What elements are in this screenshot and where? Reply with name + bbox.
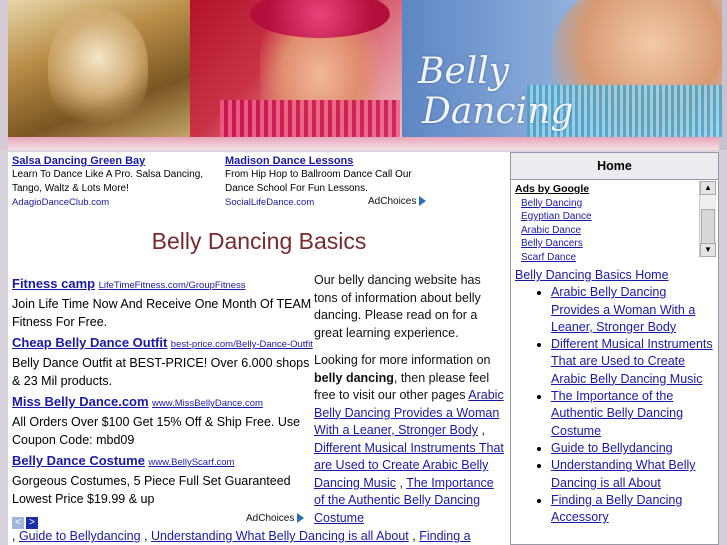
ad-link-arabic-dance[interactable]: Arabic Dance <box>515 224 697 238</box>
left-ad-1[interactable]: Fitness camp LifeTimeFitness.com/GroupFi… <box>12 275 314 331</box>
ad-link-belly-dancing[interactable]: Belly Dancing <box>515 197 697 211</box>
link-separator: , <box>395 475 407 490</box>
sidebar-nav-item: Finding a Belly Dancing Accessory <box>551 492 713 527</box>
adchoices-icon <box>297 513 305 524</box>
left-adchoices[interactable]: AdChoices <box>246 513 305 524</box>
left-ad-2-url[interactable]: best-price.com/Belly-Dance-Outfit <box>171 339 313 350</box>
article-link-4[interactable]: Guide to Bellydancing <box>19 529 141 543</box>
left-ad-4-text: Gorgeous Costumes, 5 Piece Full Set Guar… <box>12 474 291 506</box>
banner-divider <box>8 137 719 150</box>
top-ad-2-text: From Hip Hop to Ballroom Dance Call Our … <box>225 169 412 194</box>
left-ad-3-url[interactable]: www.MissBellyDance.com <box>152 398 263 409</box>
ad-link-belly-dancers[interactable]: Belly Dancers <box>515 237 697 251</box>
more-info-paragraph: Looking for more information on belly da… <box>314 352 506 527</box>
sidebar-link-guide[interactable]: Guide to Bellydancing <box>551 441 673 455</box>
adchoices-icon <box>419 196 427 207</box>
left-ad-3-text: All Orders Over $100 Get 15% Off & Ship … <box>12 415 301 447</box>
left-ad-2-title[interactable]: Cheap Belly Dance Outfit <box>12 335 167 350</box>
intro-paragraph: Our belly dancing website has tons of in… <box>314 273 481 340</box>
logo-line-2: Dancing <box>422 91 574 132</box>
top-ad-1-url[interactable]: AdagioDanceClub.com <box>12 196 217 210</box>
page-title: Belly Dancing Basics <box>151 228 367 254</box>
sidebar-nav-item: Guide to Bellydancing <box>551 440 713 457</box>
left-ad-1-title[interactable]: Fitness camp <box>12 276 95 291</box>
left-ad-1-text: Join Life Time Now And Receive One Month… <box>12 297 312 329</box>
link-separator: , <box>140 529 151 543</box>
more-links-line: , Guide to Bellydancing , Understanding … <box>12 528 512 545</box>
sidebar-nav: Belly Dancing Basics Home Arabic Belly D… <box>515 267 713 526</box>
top-adchoices-label: AdChoices <box>368 196 417 207</box>
banner-photo-dancer-2 <box>190 0 402 137</box>
left-ad-1-url[interactable]: LifeTimeFitness.com/GroupFitness <box>99 280 246 291</box>
top-ad-2-title[interactable]: Madison Dance Lessons <box>225 154 430 168</box>
sidebar-nav-item: Understanding What Belly Dancing is all … <box>551 457 713 492</box>
sidebar-nav-item: Arabic Belly Dancing Provides a Woman Wi… <box>551 284 713 336</box>
left-ad-3-title[interactable]: Miss Belly Dance.com <box>12 394 149 409</box>
top-ad-1-text: Learn To Dance Like A Pro. Salsa Dancing… <box>12 169 204 194</box>
google-ads-list: Ads by Google Belly Dancing Egyptian Dan… <box>515 183 697 263</box>
right-page-edge <box>719 152 727 545</box>
left-ad-4-title[interactable]: Belly Dance Costume <box>12 453 145 468</box>
sidebar-link-costume[interactable]: The Importance of the Authentic Belly Da… <box>551 389 683 438</box>
link-separator: , <box>477 423 485 437</box>
ads-scrollbar[interactable]: ▲ ▼ <box>699 181 716 257</box>
article-link-6[interactable]: Finding a <box>419 529 470 543</box>
left-ad-3[interactable]: Miss Belly Dance.com www.MissBellyDance.… <box>12 393 314 449</box>
top-ad-1-title[interactable]: Salsa Dancing Green Bay <box>12 154 217 168</box>
left-ad-block: Fitness camp LifeTimeFitness.com/GroupFi… <box>12 275 314 511</box>
sidebar-nav-item: The Importance of the Authentic Belly Da… <box>551 388 713 440</box>
more-info-bold: belly dancing <box>314 370 394 385</box>
ad-link-scarf-dance[interactable]: Scarf Dance <box>515 251 697 265</box>
link-separator: , <box>12 529 19 543</box>
banner-photo-dancer-1 <box>8 0 190 137</box>
left-ad-2[interactable]: Cheap Belly Dance Outfit best-price.com/… <box>12 334 314 390</box>
top-ad-1[interactable]: Salsa Dancing Green Bay Learn To Dance L… <box>12 154 217 210</box>
link-separator: , <box>408 529 420 543</box>
intro-text: Our belly dancing website has tons of in… <box>314 272 506 537</box>
top-adchoices[interactable]: AdChoices <box>366 195 427 209</box>
left-ad-4[interactable]: Belly Dance Costume www.BellyScarf.com G… <box>12 452 314 508</box>
main-content: Salsa Dancing Green Bay Learn To Dance L… <box>8 152 510 545</box>
logo-line-1: Belly <box>418 51 510 92</box>
sidebar: Home Ads by Google Belly Dancing Egyptia… <box>510 152 719 545</box>
scroll-down-icon[interactable]: ▼ <box>700 243 716 257</box>
sidebar-nav-item: Different Musical Instruments That are U… <box>551 336 713 388</box>
sidebar-link-understanding[interactable]: Understanding What Belly Dancing is all … <box>551 458 696 489</box>
left-ad-2-text: Belly Dance Outfit at BEST-PRICE! Over 6… <box>12 356 310 388</box>
site-logo: Belly Dancing <box>418 52 573 132</box>
banner-left-edge <box>0 0 8 150</box>
sidebar-nav-list: Arabic Belly Dancing Provides a Woman Wi… <box>515 284 713 526</box>
sidebar-nav-home[interactable]: Belly Dancing Basics Home <box>515 267 713 284</box>
sidebar-link-accessory[interactable]: Finding a Belly Dancing Accessory <box>551 493 682 524</box>
ads-by-google-label[interactable]: Ads by Google <box>515 183 697 197</box>
sidebar-link-musical-instruments[interactable]: Different Musical Instruments That are U… <box>551 337 713 386</box>
more-info-lead: Looking for more information on <box>314 353 491 367</box>
scroll-up-icon[interactable]: ▲ <box>700 181 716 195</box>
ad-link-egyptian-dance[interactable]: Egyptian Dance <box>515 210 697 224</box>
sidebar-link-arabic-belly-dancing[interactable]: Arabic Belly Dancing Provides a Woman Wi… <box>551 285 695 334</box>
left-adchoices-label: AdChoices <box>246 513 295 524</box>
left-ad-4-url[interactable]: www.BellyScarf.com <box>148 457 234 468</box>
article-link-5[interactable]: Understanding What Belly Dancing is all … <box>151 529 409 543</box>
sidebar-home-header[interactable]: Home <box>511 153 718 180</box>
header-banner <box>0 0 727 150</box>
top-ad-block: Salsa Dancing Green Bay Learn To Dance L… <box>12 154 436 210</box>
